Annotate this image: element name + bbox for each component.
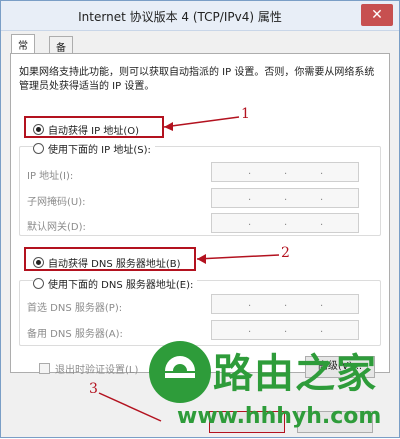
brand-url: www.hhhyh.com xyxy=(177,404,382,429)
brand-logo-icon xyxy=(149,341,211,403)
tcp-ipv4-properties-dialog: Internet 协议版本 4 (TCP/IPv4) 属性 ✕ 常规 备用配置 … xyxy=(0,0,400,438)
callout-2: 2 xyxy=(281,245,290,261)
callout-3: 3 xyxy=(89,381,98,397)
brand-name: 路由之家 xyxy=(213,351,377,397)
callout-1: 1 xyxy=(241,106,250,122)
